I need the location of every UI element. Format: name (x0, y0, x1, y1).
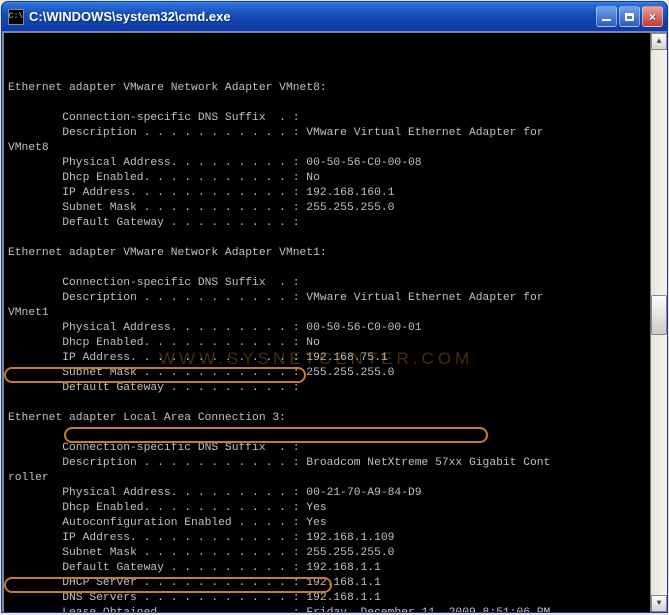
scroll-up-button[interactable]: ▲ (651, 33, 667, 50)
window-title: C:\WINDOWS\system32\cmd.exe (29, 9, 596, 24)
app-icon-text: C:\ (9, 12, 23, 21)
chevron-up-icon: ▲ (657, 34, 662, 49)
cmd-window: C:\ C:\WINDOWS\system32\cmd.exe × Ethern… (1, 1, 668, 613)
chevron-down-icon: ▼ (657, 596, 662, 611)
scroll-down-button[interactable]: ▼ (651, 595, 667, 612)
console-output: Ethernet adapter VMware Network Adapter … (2, 31, 667, 612)
window-controls: × (596, 6, 663, 27)
minimize-button[interactable] (596, 6, 617, 27)
close-button[interactable]: × (642, 6, 663, 27)
vertical-scrollbar[interactable]: ▲ ▼ (650, 33, 667, 612)
watermark-text: WWW.SYSNETCENTER.COM (159, 351, 473, 366)
maximize-button[interactable] (619, 6, 640, 27)
app-icon: C:\ (8, 9, 24, 25)
titlebar[interactable]: C:\ C:\WINDOWS\system32\cmd.exe × (2, 2, 667, 31)
scrollbar-track[interactable] (651, 50, 667, 595)
scrollbar-thumb[interactable] (651, 295, 667, 335)
